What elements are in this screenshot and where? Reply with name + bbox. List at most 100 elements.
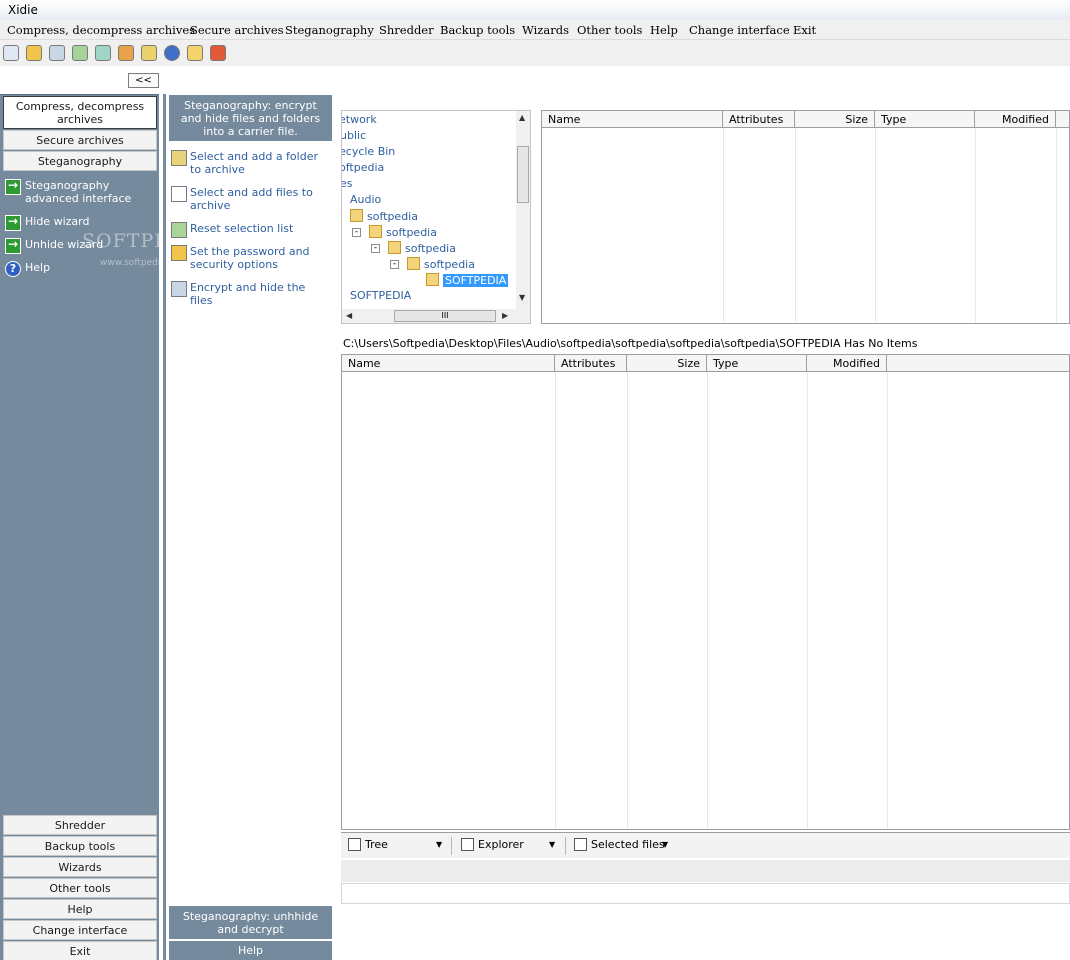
- archive-file-list[interactable]: Name Attributes Size Type Modified: [541, 110, 1070, 324]
- chevron-down-icon[interactable]: ▼: [662, 840, 668, 849]
- col-type[interactable]: Type: [707, 355, 807, 372]
- collapse-toggle[interactable]: -: [371, 244, 380, 253]
- nav-backup-tools[interactable]: Backup tools: [3, 836, 157, 856]
- left-nav-panel: Compress, decompress archives Secure arc…: [0, 94, 159, 960]
- nav-shredder[interactable]: Shredder: [3, 815, 157, 835]
- change-interface-icon[interactable]: [187, 45, 203, 61]
- current-path: C:\Users\Softpedia\Desktop\Files\Audio\s…: [343, 337, 918, 350]
- command-input[interactable]: [341, 883, 1070, 904]
- tree-item[interactable]: softpedia: [350, 209, 418, 223]
- reset-icon: [171, 222, 187, 238]
- nav-exit[interactable]: Exit: [3, 941, 157, 960]
- tree-item[interactable]: softpedia: [407, 257, 475, 271]
- menu-wizards[interactable]: Wizards: [522, 23, 569, 37]
- backup-icon[interactable]: [95, 45, 111, 61]
- task-add-files[interactable]: Select and add files to archive: [171, 186, 331, 212]
- tree-item[interactable]: oftpedia: [342, 161, 384, 174]
- folder-icon: [369, 225, 382, 238]
- task-encrypt-hide[interactable]: Encrypt and hide the files: [171, 281, 331, 307]
- tree-item[interactable]: Audio: [350, 193, 381, 206]
- menu-steganography[interactable]: Steganography: [285, 23, 374, 37]
- col-size[interactable]: Size: [627, 355, 707, 372]
- menu-compress[interactable]: Compress, decompress archives: [7, 23, 195, 37]
- folder-icon: [426, 273, 439, 286]
- steganography-icon[interactable]: [49, 45, 65, 61]
- scroll-left-icon[interactable]: ◀: [346, 311, 352, 320]
- tree-item[interactable]: SOFTPEDIA: [350, 289, 411, 302]
- tree-item[interactable]: ecycle Bin: [342, 145, 395, 158]
- task-hide-wizard[interactable]: Hide wizard: [5, 215, 89, 231]
- scroll-right-icon[interactable]: ▶: [502, 311, 508, 320]
- tree-item[interactable]: etwork: [342, 113, 377, 126]
- tree-horizontal-scrollbar[interactable]: ◀ III ▶: [342, 309, 518, 323]
- task-password-options[interactable]: Set the password and security options: [171, 245, 331, 271]
- col-modified[interactable]: Modified: [807, 355, 887, 372]
- panel-help[interactable]: Help: [169, 941, 332, 960]
- chevron-down-icon[interactable]: ▼: [549, 840, 555, 849]
- scroll-down-icon[interactable]: ▼: [519, 293, 525, 302]
- task-help[interactable]: ? Help: [5, 261, 50, 277]
- exit-icon[interactable]: [210, 45, 226, 61]
- folder-contents-list[interactable]: Name Attributes Size Type Modified: [341, 354, 1070, 830]
- encrypt-icon: [171, 281, 187, 297]
- unhide-header[interactable]: Steganography: unhhide and decrypt: [169, 906, 332, 939]
- menu-help[interactable]: Help: [650, 23, 678, 37]
- tree-item[interactable]: softpedia: [388, 241, 456, 255]
- selected-files-button[interactable]: Selected files: [574, 838, 665, 851]
- collapse-toggle[interactable]: -: [352, 228, 361, 237]
- menu-shredder[interactable]: Shredder: [379, 23, 434, 37]
- menu-exit[interactable]: Exit: [793, 23, 816, 37]
- window-title: Xidie: [0, 0, 1070, 20]
- wizards-icon[interactable]: [118, 45, 134, 61]
- scroll-up-icon[interactable]: ▲: [519, 113, 525, 122]
- other-tools-icon[interactable]: [141, 45, 157, 61]
- task-add-folder[interactable]: Select and add a folder to archive: [171, 150, 331, 176]
- col-modified[interactable]: Modified: [975, 111, 1056, 128]
- tree-item[interactable]: es: [342, 177, 353, 190]
- col-name[interactable]: Name: [342, 355, 555, 372]
- shredder-icon[interactable]: [72, 45, 88, 61]
- nav-steganography[interactable]: Steganography: [3, 151, 157, 171]
- compress-icon[interactable]: [3, 45, 19, 61]
- col-name[interactable]: Name: [542, 111, 723, 128]
- menu-secure-archives[interactable]: Secure archives: [190, 23, 284, 37]
- task-label: Reset selection list: [190, 222, 294, 235]
- key-icon: [171, 245, 187, 261]
- folder-icon: [388, 241, 401, 254]
- scrollbar-thumb[interactable]: [517, 146, 529, 203]
- scrollbar-thumb[interactable]: III: [394, 310, 496, 322]
- folder-icon: [407, 257, 420, 270]
- nav-compress[interactable]: Compress, decompress archives: [3, 96, 157, 129]
- nav-help[interactable]: Help: [3, 899, 157, 919]
- col-attributes[interactable]: Attributes: [555, 355, 627, 372]
- task-label: Help: [25, 261, 51, 274]
- collapse-toggle[interactable]: -: [390, 260, 399, 269]
- view-toolbar: Tree ▼ Explorer ▼ Selected files ▼: [341, 832, 1070, 858]
- tree-view-button[interactable]: Tree: [348, 838, 388, 851]
- tree-vertical-scrollbar[interactable]: ▲ ▼: [516, 111, 530, 323]
- chevron-down-icon[interactable]: ▼: [436, 840, 442, 849]
- col-attributes[interactable]: Attributes: [723, 111, 795, 128]
- folder-tree[interactable]: etwork ublic ecycle Bin oftpedia es Audi…: [341, 110, 531, 324]
- tree-item[interactable]: softpedia: [369, 225, 437, 239]
- arrow-right-icon: [5, 215, 21, 231]
- secure-icon[interactable]: [26, 45, 42, 61]
- col-type[interactable]: Type: [875, 111, 975, 128]
- task-advanced-interface[interactable]: Steganography advanced interface: [5, 179, 155, 205]
- task-reset-selection[interactable]: Reset selection list: [171, 222, 331, 238]
- menu-other-tools[interactable]: Other tools: [577, 23, 642, 37]
- col-size[interactable]: Size: [795, 111, 875, 128]
- tree-item[interactable]: ublic: [342, 129, 366, 142]
- nav-wizards[interactable]: Wizards: [3, 857, 157, 877]
- nav-change-interface[interactable]: Change interface: [3, 920, 157, 940]
- menu-change-interface[interactable]: Change interface: [689, 23, 790, 37]
- nav-other-tools[interactable]: Other tools: [3, 878, 157, 898]
- tree-icon: [348, 838, 361, 851]
- collapse-button[interactable]: <<: [128, 73, 159, 88]
- explorer-view-button[interactable]: Explorer: [461, 838, 524, 851]
- menu-backup-tools[interactable]: Backup tools: [440, 23, 515, 37]
- task-label: Encrypt and hide the files: [190, 281, 306, 307]
- help-icon[interactable]: [164, 45, 180, 61]
- nav-secure-archives[interactable]: Secure archives: [3, 130, 157, 150]
- tree-item-selected[interactable]: SOFTPEDIA: [426, 273, 509, 287]
